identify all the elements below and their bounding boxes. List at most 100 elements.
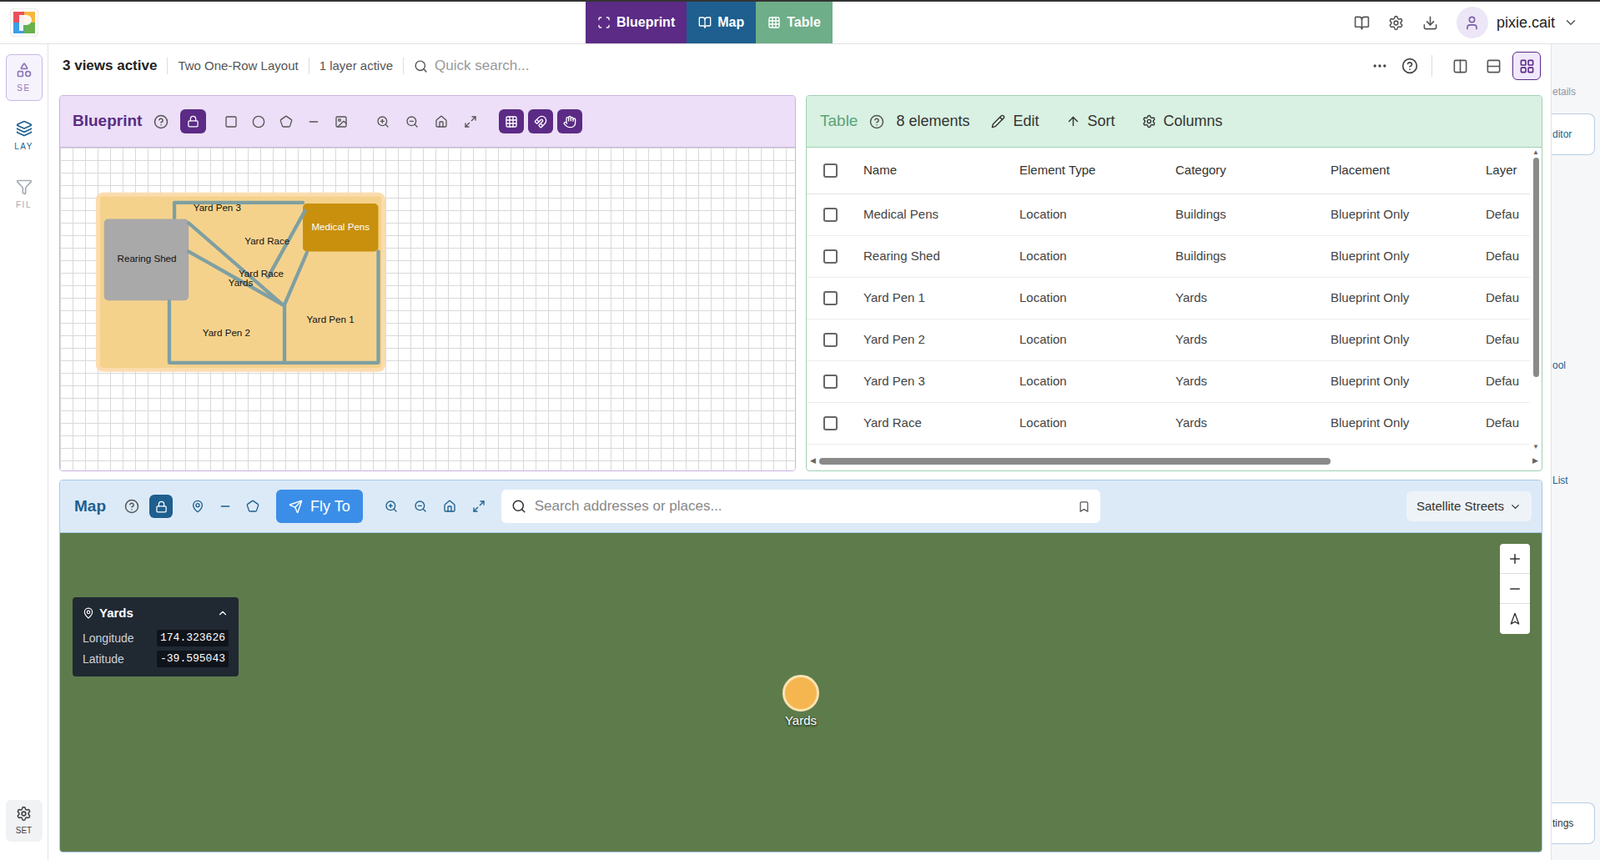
checkbox[interactable] <box>823 374 838 389</box>
zoom-in-button[interactable] <box>1499 543 1530 574</box>
layout-mode-button[interactable] <box>1445 51 1475 81</box>
draw-tool-icon[interactable] <box>279 115 293 129</box>
scrollbar-thumb[interactable] <box>1533 157 1540 378</box>
scrollbar-thumb[interactable] <box>819 457 1331 465</box>
table-row[interactable]: Yard Pen 2LocationYardsBlueprint OnlyDef… <box>806 319 1530 362</box>
sidebar-item[interactable]: FIL <box>5 171 43 218</box>
table-row[interactable]: Yard Pen 1LocationYardsBlueprint OnlyDef… <box>806 277 1530 320</box>
view-tab[interactable]: Blueprint <box>585 1 687 44</box>
table-action-button[interactable]: Edit <box>991 110 1039 133</box>
view-tool-icon[interactable] <box>405 115 419 129</box>
vertical-scrollbar[interactable]: ▲▼ <box>1529 147 1542 453</box>
help-icon[interactable] <box>1401 57 1419 75</box>
table-head-row: NameElement TypeCategoryPlacementLayer <box>806 147 1530 195</box>
column-header[interactable]: Name <box>863 161 1020 181</box>
sidebar-item[interactable]: LAY <box>5 112 43 160</box>
table-action-button[interactable]: Sort <box>1066 110 1116 133</box>
sidebar-item[interactable]: SE <box>5 54 43 101</box>
blueprint-drawing[interactable]: Rearing ShedMedical PensYard Pen 3Yard R… <box>92 189 389 373</box>
draw-tool-icon[interactable] <box>334 115 348 129</box>
view-tab[interactable]: Table <box>755 1 833 44</box>
logo-icon[interactable] <box>10 8 39 37</box>
table-action-button[interactable]: Columns <box>1142 110 1223 133</box>
view-tool-icon[interactable] <box>376 115 390 129</box>
checkbox[interactable] <box>823 207 838 222</box>
help-icon[interactable] <box>124 498 140 514</box>
table-row[interactable]: Medical PensLocationBuildingsBlueprint O… <box>806 194 1530 237</box>
map-style-select[interactable]: Satellite Streets <box>1406 491 1532 522</box>
help-icon[interactable] <box>869 114 885 130</box>
map-canvas[interactable]: YardsLongitude174.323626Latitude-39.5950… <box>60 533 1542 852</box>
pin-tool-icon[interactable] <box>191 499 205 514</box>
table-row[interactable]: Yard Pen 3LocationYardsBlueprint OnlyDef… <box>806 361 1530 403</box>
zoom-out-button[interactable] <box>1499 573 1530 604</box>
view-tool-icon[interactable] <box>442 499 457 514</box>
view-tool-icon[interactable] <box>434 115 448 129</box>
column-header[interactable]: Category <box>1175 161 1331 181</box>
quick-search[interactable]: Quick search... <box>413 55 1372 77</box>
minus-icon <box>1507 581 1523 597</box>
draw-tool-icon[interactable] <box>306 115 321 129</box>
table-cell: Defau <box>1485 205 1530 225</box>
checkbox[interactable] <box>823 163 838 178</box>
lock-button[interactable] <box>180 109 207 134</box>
building-shape[interactable]: Rearing Shed <box>104 218 189 301</box>
table-row[interactable]: Rearing ShedLocationBuildingsBlueprint O… <box>806 236 1530 278</box>
view-tool-icon[interactable] <box>413 499 428 514</box>
drawer-item[interactable]: ditor <box>1551 113 1595 156</box>
view-tool-icon[interactable] <box>463 115 478 129</box>
user-menu[interactable]: pixie.cait <box>1456 6 1579 39</box>
view-tool-icon[interactable] <box>384 499 398 514</box>
layout-mode-button[interactable] <box>1512 51 1541 81</box>
table-row[interactable]: Yard RaceLocationYardsBlueprint OnlyDefa… <box>806 402 1530 445</box>
settings-icon[interactable] <box>1388 15 1404 31</box>
draw-tool-icon[interactable] <box>224 115 238 129</box>
avatar <box>1456 6 1489 39</box>
collapse-icon[interactable] <box>216 607 229 619</box>
checkbox[interactable] <box>823 291 838 306</box>
table-header: Table8 elementsEditSortColumns <box>806 95 1542 148</box>
help-icon[interactable] <box>153 114 169 130</box>
column-header[interactable]: Layer <box>1485 161 1530 181</box>
compass-button[interactable] <box>1499 603 1530 634</box>
table-panel: Table8 elementsEditSortColumnsNameElemen… <box>805 95 1543 472</box>
fence-lines[interactable] <box>169 202 379 363</box>
fly-to-button[interactable]: Fly To <box>276 489 363 524</box>
drawer-item[interactable]: ool <box>1551 357 1600 373</box>
building-shape[interactable]: Medical Pens <box>302 203 378 252</box>
table-cell: Medical Pens <box>863 205 1020 225</box>
snap-button[interactable] <box>528 109 554 134</box>
column-header[interactable]: Placement <box>1330 161 1486 181</box>
view-tab[interactable]: Map <box>686 1 756 44</box>
map-marker[interactable]: Yards <box>782 674 820 731</box>
horizontal-scrollbar[interactable]: ◀▶ <box>806 452 1542 471</box>
drawer-item[interactable]: tings <box>1551 802 1595 845</box>
checkbox[interactable] <box>823 332 838 348</box>
blueprint-canvas[interactable]: Rearing ShedMedical PensYard Pen 3Yard R… <box>60 147 795 471</box>
table-cell: Yards <box>1175 413 1331 433</box>
site-area[interactable] <box>100 196 382 368</box>
map-popup: YardsLongitude174.323626Latitude-39.5950… <box>72 597 239 677</box>
column-header[interactable]: Element Type <box>1019 161 1176 181</box>
line-tool-icon[interactable] <box>218 499 232 514</box>
top-bar: BlueprintMapTable pixie.cait <box>0 0 1600 45</box>
polygon-tool-icon[interactable] <box>246 499 260 514</box>
view-tool-icon[interactable] <box>472 499 486 514</box>
more-icon[interactable] <box>1371 57 1389 75</box>
drawer-item[interactable]: etails <box>1551 84 1600 100</box>
lock-button[interactable] <box>149 494 173 519</box>
table-cell: Location <box>1019 205 1176 225</box>
checkbox[interactable] <box>823 416 838 431</box>
checkbox[interactable] <box>823 249 838 264</box>
docs-icon[interactable] <box>1353 15 1370 31</box>
sidebar-settings[interactable]: SET <box>5 800 43 842</box>
layout-mode-button[interactable] <box>1479 51 1508 81</box>
download-icon[interactable] <box>1422 15 1439 31</box>
draw-tool-icon[interactable] <box>251 115 266 129</box>
snap-button[interactable] <box>498 109 524 134</box>
snap-button[interactable] <box>557 109 583 134</box>
snap-icon <box>563 115 577 129</box>
address-search[interactable]: Search addresses or places... <box>501 489 1101 524</box>
drawer-item[interactable]: List <box>1551 472 1600 489</box>
bookmark-icon[interactable] <box>1077 500 1091 514</box>
